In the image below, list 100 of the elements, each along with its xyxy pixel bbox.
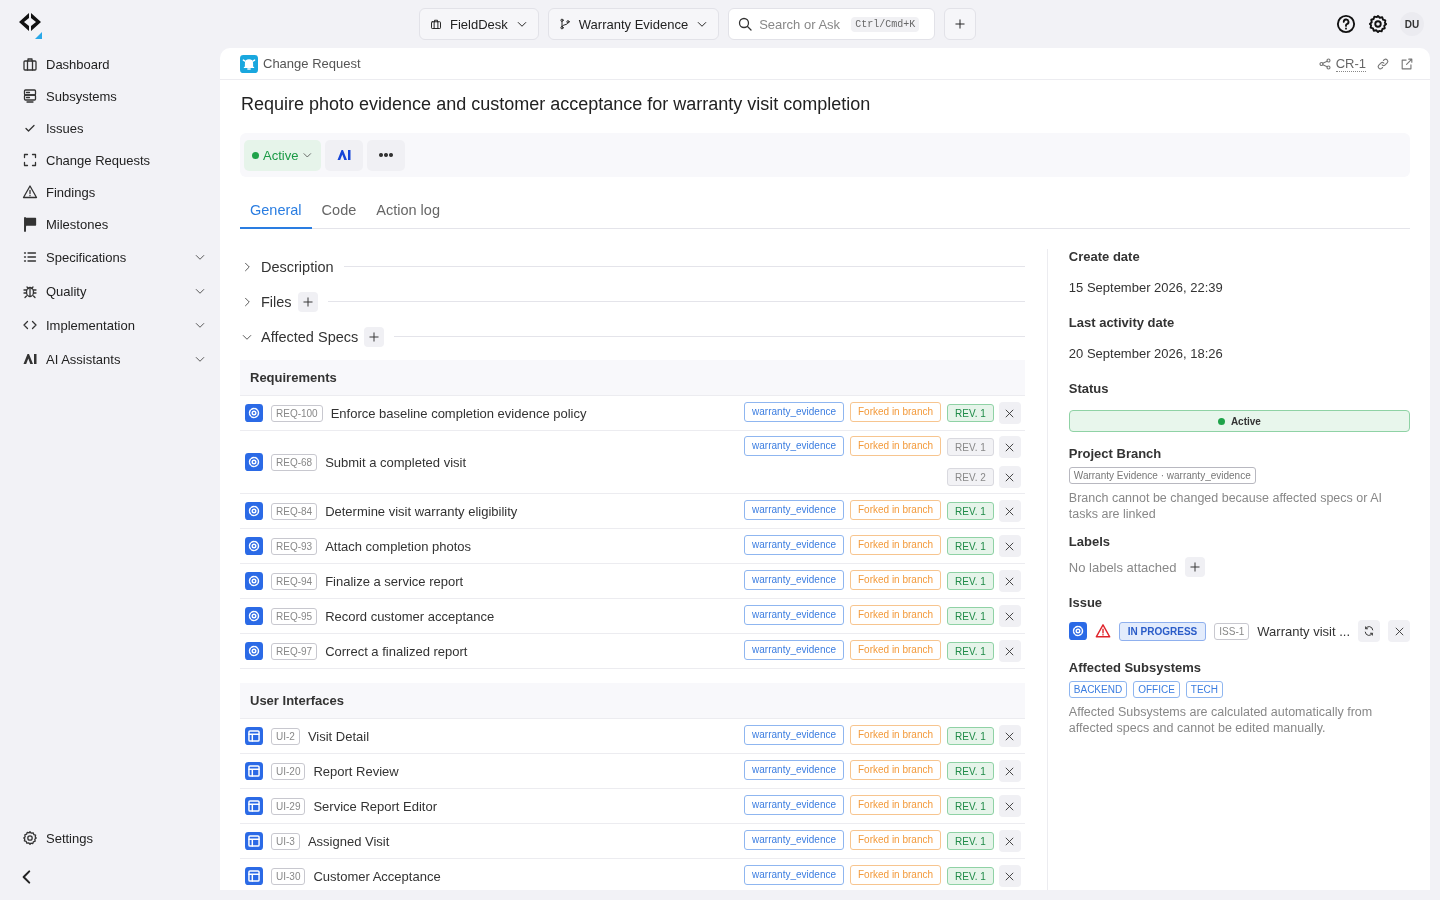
revision-tag: REV. 1 bbox=[947, 797, 994, 815]
sidebar-item[interactable]: Implementation bbox=[16, 308, 220, 342]
user-avatar[interactable]: DU bbox=[1400, 12, 1424, 36]
remove-button[interactable] bbox=[998, 500, 1021, 522]
sidebar-item[interactable]: Findings bbox=[16, 176, 220, 208]
sidebar-item[interactable]: AI Assistants bbox=[16, 342, 220, 376]
settings-link[interactable]: Settings bbox=[16, 822, 220, 854]
fork-tag: Forked in branch bbox=[850, 500, 942, 520]
empty-text: No labels attached bbox=[1068, 559, 1177, 575]
spec-title[interactable]: Assigned Visit bbox=[307, 833, 737, 849]
page-title: Require photo evidence and customer acceptance for warranty visit completion bbox=[241, 94, 872, 115]
logo-icon bbox=[17, 12, 43, 40]
settings-icon[interactable] bbox=[1368, 14, 1388, 34]
section-toggle[interactable]: Affected Specs bbox=[240, 328, 359, 345]
fork-tag: Forked in branch bbox=[850, 760, 942, 780]
help-icon[interactable] bbox=[1336, 14, 1356, 34]
spec-title[interactable]: Submit a completed visit bbox=[325, 454, 737, 470]
sidebar-item[interactable]: Issues bbox=[16, 112, 220, 144]
status-dot bbox=[252, 151, 259, 159]
sidebar-item[interactable]: Specifications bbox=[16, 240, 220, 274]
tab[interactable]: General bbox=[240, 192, 312, 229]
field-label: Affected Subsystems bbox=[1068, 660, 1203, 675]
revision-tag: REV. 1 bbox=[947, 607, 994, 625]
spec-id: REQ-97 bbox=[271, 642, 318, 660]
remove-button[interactable] bbox=[998, 640, 1021, 662]
sidebar-item[interactable]: Milestones bbox=[16, 208, 220, 240]
branch-tag: warranty_evidence bbox=[744, 500, 844, 520]
subsystem-tag: OFFICE bbox=[1133, 681, 1180, 698]
more-button[interactable] bbox=[367, 139, 405, 171]
spec-title[interactable]: Correct a finalized report bbox=[325, 643, 737, 659]
branch-tag: warranty_evidence bbox=[744, 865, 844, 885]
remove-button[interactable] bbox=[998, 725, 1021, 747]
spec-title[interactable]: Service Report Editor bbox=[313, 798, 737, 814]
branch-dropdown[interactable]: Warranty Evidence bbox=[547, 8, 720, 40]
spec-id: UI-2 bbox=[271, 727, 300, 745]
field-label: Labels bbox=[1068, 534, 1111, 549]
remove-button[interactable] bbox=[998, 402, 1021, 424]
fork-tag: Forked in branch bbox=[850, 436, 942, 456]
issue-title[interactable]: Warranty visit ... bbox=[1257, 623, 1350, 639]
spec-title[interactable]: Finalize a service report bbox=[325, 573, 737, 589]
record-key[interactable]: CR-1 bbox=[1335, 55, 1366, 72]
close-icon bbox=[1004, 471, 1016, 483]
branch-tag: warranty_evidence bbox=[744, 640, 844, 660]
fork-tag: Forked in branch bbox=[850, 725, 942, 745]
remove-button[interactable] bbox=[998, 795, 1021, 817]
remove-button[interactable] bbox=[998, 865, 1021, 887]
revision-tag: REV. 1 bbox=[947, 438, 994, 456]
field-label: Issue bbox=[1068, 595, 1104, 610]
branch-tag: warranty_evidence bbox=[744, 535, 844, 555]
spec-title[interactable]: Customer Acceptance bbox=[313, 868, 737, 884]
flag-icon bbox=[22, 216, 38, 232]
tab[interactable]: Code bbox=[311, 192, 367, 229]
share-icon[interactable] bbox=[1317, 56, 1332, 71]
link-icon[interactable] bbox=[1376, 56, 1390, 71]
spec-id: UI-3 bbox=[271, 832, 300, 850]
fork-tag: Forked in branch bbox=[850, 402, 942, 422]
revision-tag: REV. 2 bbox=[947, 468, 994, 486]
add-button[interactable] bbox=[1184, 557, 1205, 577]
remove-button[interactable] bbox=[1388, 620, 1410, 642]
sidebar-item[interactable]: Dashboard bbox=[16, 48, 220, 80]
spec-id: UI-30 bbox=[271, 867, 306, 885]
remove-button[interactable] bbox=[998, 830, 1021, 852]
group-heading: User Interfaces bbox=[240, 683, 1025, 719]
external-link-icon[interactable] bbox=[1400, 56, 1414, 71]
search-field[interactable]: Search or Ask bbox=[759, 16, 846, 32]
remove-button[interactable] bbox=[998, 466, 1021, 488]
remove-button[interactable] bbox=[998, 760, 1021, 782]
remove-button[interactable] bbox=[998, 436, 1021, 458]
section-toggle[interactable]: Files bbox=[240, 293, 292, 310]
sidebar-item[interactable]: Subsystems bbox=[16, 80, 220, 112]
layout-icon bbox=[245, 797, 263, 815]
remove-button[interactable] bbox=[998, 605, 1021, 627]
fork-tag: Forked in branch bbox=[850, 570, 942, 590]
spec-title[interactable]: Record customer acceptance bbox=[325, 608, 737, 624]
spec-title[interactable]: Enforce baseline completion evidence policy bbox=[330, 405, 737, 421]
tab[interactable]: Action log bbox=[366, 192, 450, 229]
add-button[interactable] bbox=[944, 8, 977, 40]
record-type: Change Request bbox=[263, 56, 361, 71]
branch-tag: warranty_evidence bbox=[744, 402, 844, 422]
spec-title[interactable]: Visit Detail bbox=[307, 728, 737, 744]
close-icon bbox=[1004, 540, 1016, 552]
remove-button[interactable] bbox=[998, 535, 1021, 557]
refresh-button[interactable] bbox=[1358, 620, 1380, 642]
sidebar-item[interactable]: Quality bbox=[16, 274, 220, 308]
project-dropdown[interactable]: FieldDesk bbox=[419, 8, 539, 40]
remove-button[interactable] bbox=[998, 570, 1021, 592]
status-pill[interactable]: Active bbox=[1068, 410, 1410, 432]
add-button[interactable] bbox=[364, 326, 385, 347]
close-icon bbox=[1004, 800, 1016, 812]
add-button[interactable] bbox=[297, 291, 318, 312]
section-toggle[interactable]: Description bbox=[240, 258, 334, 275]
warning-icon bbox=[1094, 623, 1111, 639]
spec-title[interactable]: Determine visit warranty eligibility bbox=[325, 503, 737, 519]
ai-button[interactable] bbox=[325, 139, 363, 171]
branch-tag: warranty_evidence bbox=[744, 605, 844, 625]
spec-title[interactable]: Attach completion photos bbox=[325, 538, 737, 554]
branch-tag: warranty_evidence bbox=[744, 830, 844, 850]
spec-title[interactable]: Report Review bbox=[313, 763, 737, 779]
field-label: Last activity date bbox=[1068, 315, 1176, 330]
sidebar-item[interactable]: Change Requests bbox=[16, 144, 220, 176]
